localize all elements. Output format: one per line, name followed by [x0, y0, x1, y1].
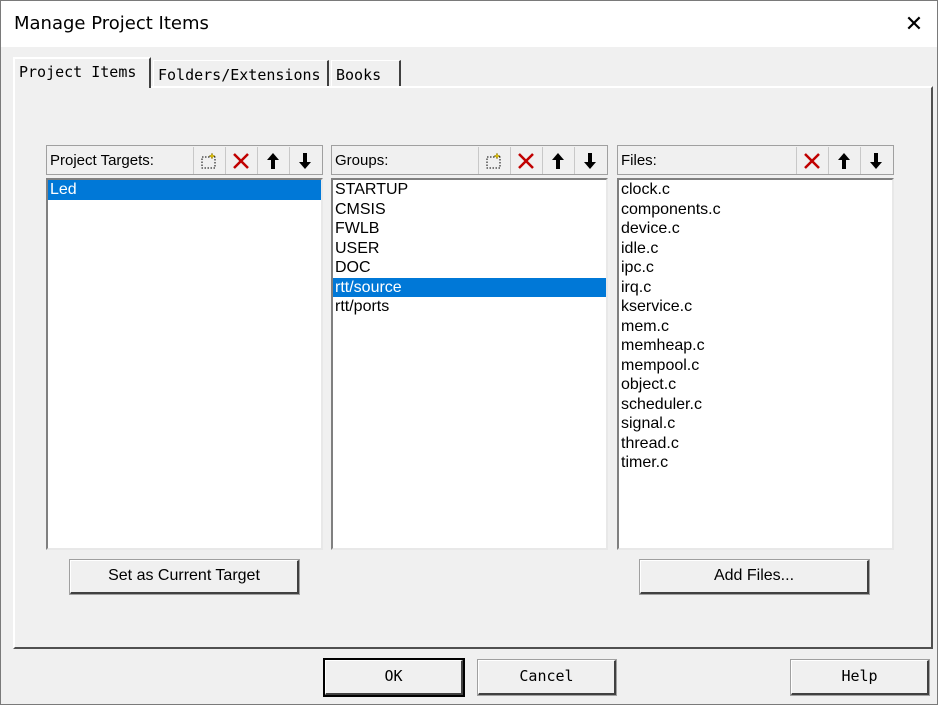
files-header: Files:	[617, 145, 894, 175]
file-item[interactable]: signal.c	[619, 414, 892, 434]
project-targets-label: Project Targets:	[50, 152, 154, 169]
delete-target-button[interactable]	[225, 147, 256, 174]
file-item[interactable]: idle.c	[619, 239, 892, 259]
title-bar: Manage Project Items ✕	[1, 1, 937, 47]
delete-icon	[518, 152, 534, 169]
help-button[interactable]: Help	[790, 659, 930, 696]
tab-books[interactable]: Books	[331, 60, 401, 87]
close-button[interactable]: ✕	[891, 1, 937, 47]
move-target-up-button[interactable]	[257, 147, 288, 174]
move-down-icon	[299, 152, 311, 169]
new-group-button[interactable]	[478, 147, 509, 174]
group-item[interactable]: rtt/ports	[333, 297, 606, 317]
cancel-button[interactable]: Cancel	[477, 659, 617, 696]
delete-group-button[interactable]	[510, 147, 541, 174]
file-item[interactable]: mempool.c	[619, 356, 892, 376]
move-group-up-button[interactable]	[542, 147, 573, 174]
file-item[interactable]: thread.c	[619, 434, 892, 454]
set-as-current-target-button[interactable]: Set as Current Target	[69, 559, 300, 595]
move-down-icon	[870, 152, 882, 169]
files-list[interactable]: clock.c components.c device.c idle.c ipc…	[617, 178, 894, 550]
add-files-button[interactable]: Add Files...	[639, 559, 870, 595]
ok-button[interactable]: OK	[323, 658, 465, 697]
tab-folders-extensions[interactable]: Folders/Extensions	[153, 60, 329, 87]
file-item[interactable]: mem.c	[619, 317, 892, 337]
file-item[interactable]: timer.c	[619, 453, 892, 473]
group-item[interactable]: rtt/source	[333, 277, 606, 297]
new-target-button[interactable]	[193, 147, 224, 174]
file-item[interactable]: clock.c	[619, 180, 892, 200]
delete-icon	[233, 152, 249, 169]
new-item-icon	[486, 151, 501, 168]
group-item[interactable]: CMSIS	[333, 200, 606, 220]
file-item[interactable]: object.c	[619, 375, 892, 395]
move-up-icon	[267, 152, 279, 169]
files-label: Files:	[621, 152, 657, 169]
group-item[interactable]: STARTUP	[333, 180, 606, 200]
groups-label: Groups:	[335, 152, 389, 169]
file-item[interactable]: memheap.c	[619, 336, 892, 356]
file-item[interactable]: irq.c	[619, 278, 892, 298]
file-item[interactable]: device.c	[619, 219, 892, 239]
move-file-up-button[interactable]	[828, 147, 859, 174]
file-item[interactable]: kservice.c	[619, 297, 892, 317]
manage-project-items-dialog: Manage Project Items ✕ Project Items Fol…	[0, 0, 938, 705]
close-icon: ✕	[904, 11, 924, 36]
file-item[interactable]: components.c	[619, 200, 892, 220]
move-group-down-button[interactable]	[574, 147, 605, 174]
group-item[interactable]: FWLB	[333, 219, 606, 239]
move-up-icon	[838, 152, 850, 169]
project-targets-list[interactable]: Led	[46, 178, 323, 550]
target-item[interactable]: Led	[48, 180, 321, 200]
groups-header: Groups:	[331, 145, 608, 175]
tab-project-items[interactable]: Project Items	[13, 57, 151, 88]
file-item[interactable]: ipc.c	[619, 258, 892, 278]
file-item[interactable]: scheduler.c	[619, 395, 892, 415]
group-item[interactable]: DOC	[333, 258, 606, 278]
window-title: Manage Project Items	[14, 13, 209, 34]
move-target-down-button[interactable]	[289, 147, 320, 174]
group-item[interactable]: USER	[333, 239, 606, 259]
groups-list[interactable]: STARTUP CMSIS FWLB USER DOC rtt/source r…	[331, 178, 608, 550]
move-file-down-button[interactable]	[860, 147, 891, 174]
project-targets-header: Project Targets:	[46, 145, 323, 175]
move-down-icon	[584, 152, 596, 169]
delete-file-button[interactable]	[796, 147, 827, 174]
delete-icon	[804, 152, 820, 169]
new-item-icon	[201, 151, 216, 168]
move-up-icon	[552, 152, 564, 169]
